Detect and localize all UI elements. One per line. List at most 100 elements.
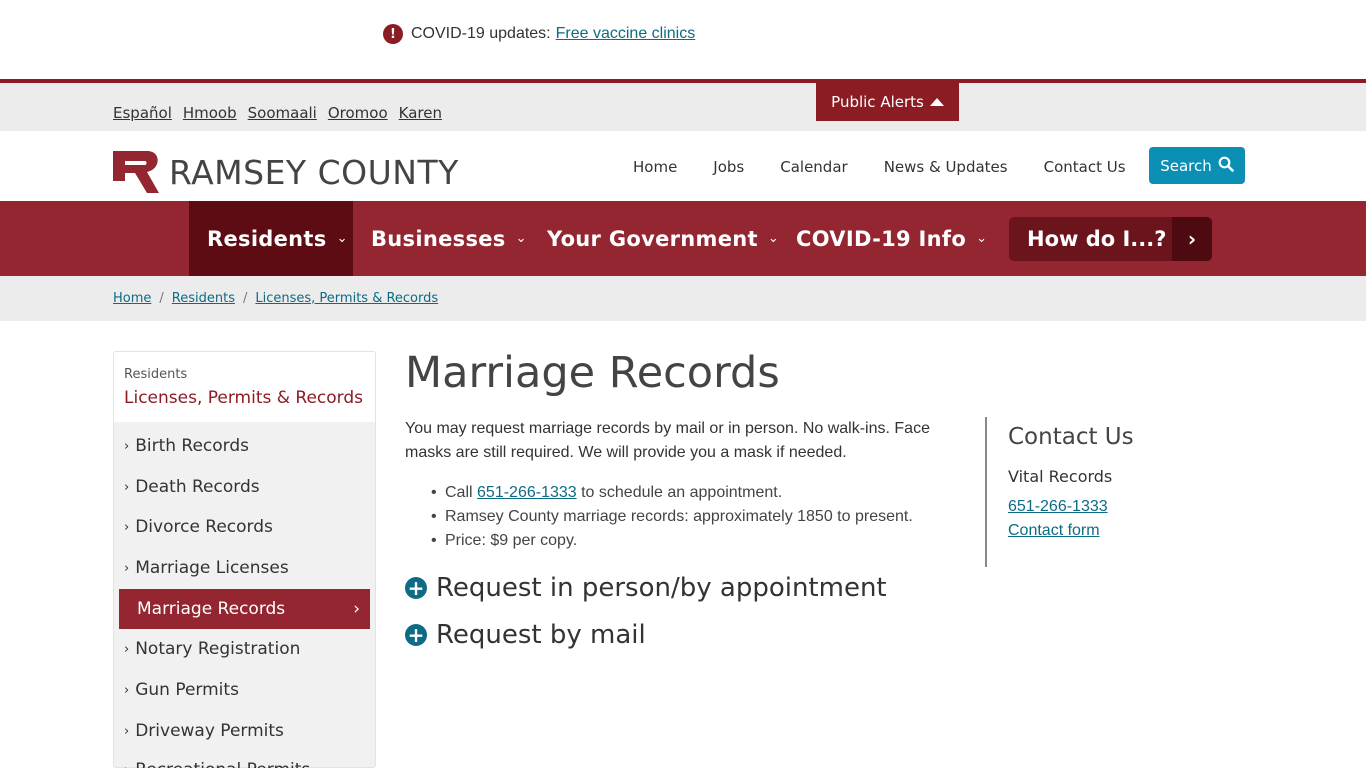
contact-org: Vital Records: [1008, 467, 1113, 486]
how-do-i-label: How do I...?: [1027, 227, 1167, 251]
chevron-right-icon: ›: [124, 763, 129, 768]
chevron-down-icon: ⌄: [336, 231, 348, 246]
sidebar-item-label: Marriage Licenses: [135, 558, 289, 578]
sidebar-item-marriage-records[interactable]: Marriage Records ›: [119, 589, 370, 629]
chevron-right-icon: ›: [124, 560, 130, 576]
logo-title: RAMSEY COUNTY: [169, 152, 459, 192]
sidebar-parent-label[interactable]: Residents: [124, 367, 365, 382]
breadcrumb-separator: /: [242, 291, 248, 306]
vaccine-clinics-link[interactable]: Free vaccine clinics: [556, 25, 696, 43]
language-bar: Español Hmoob Soomaali Oromoo Karen Publ…: [0, 83, 1366, 131]
list-item: Price: $9 per copy.: [431, 529, 913, 553]
contact-title: Contact Us: [1008, 424, 1134, 450]
chevron-right-icon: ›: [124, 479, 130, 495]
covid-alert-banner: ! COVID-19 updates: Free vaccine clinics: [0, 0, 1366, 79]
nav-your-government[interactable]: Your Government ⌄: [547, 201, 779, 276]
section-sidebar: Residents Licenses, Permits & Records › …: [113, 351, 376, 768]
list-item: Ramsey County marriage records: approxim…: [431, 505, 913, 529]
chevron-down-icon: ⌄: [767, 231, 780, 246]
sidebar-item-label: Marriage Records: [137, 599, 286, 619]
util-nav-jobs[interactable]: Jobs: [713, 158, 744, 176]
nav-covid-info-label: COVID-19 Info: [796, 226, 967, 251]
contact-box: Contact Us Vital Records 651-266-1333 Co…: [985, 417, 1225, 567]
breadcrumb-separator: /: [159, 291, 164, 306]
chevron-right-icon: ›: [1172, 217, 1212, 261]
accordion-request-by-mail[interactable]: + Request by mail: [405, 620, 646, 650]
chevron-right-icon: ›: [124, 641, 130, 657]
sidebar-item-marriage-licenses[interactable]: › Marriage Licenses: [124, 548, 365, 588]
phone-link[interactable]: 651-266-1333: [477, 484, 577, 501]
accordion-label: Request by mail: [436, 620, 646, 650]
public-alerts-button[interactable]: Public Alerts: [816, 83, 959, 121]
util-nav-home[interactable]: Home: [633, 158, 677, 176]
call-prefix: Call: [445, 484, 473, 501]
sidebar-item-label: Notary Registration: [135, 639, 301, 659]
list-item: Call 651-266-1333 to schedule an appoint…: [431, 481, 913, 505]
sidebar-item-label: Driveway Permits: [135, 721, 284, 741]
accordion-request-in-person[interactable]: + Request in person/by appointment: [405, 573, 887, 603]
chevron-right-icon: ›: [124, 519, 130, 535]
lang-hmoob-link[interactable]: Hmoob: [183, 104, 237, 122]
breadcrumb-residents[interactable]: Residents: [172, 291, 235, 306]
utility-nav: Home Jobs Calendar News & Updates Contac…: [633, 158, 1126, 176]
breadcrumb-home[interactable]: Home: [113, 291, 151, 306]
sidebar-title[interactable]: Licenses, Permits & Records: [124, 388, 365, 408]
intro-paragraph: You may request marriage records by mail…: [405, 420, 930, 461]
breadcrumb: Home / Residents / Licenses, Permits & R…: [113, 291, 438, 306]
language-links: Español Hmoob Soomaali Oromoo Karen: [113, 104, 442, 122]
caret-up-icon: [929, 98, 944, 106]
sidebar-item-label: Recreational Permits: [135, 760, 310, 768]
chevron-right-icon: ›: [124, 682, 130, 698]
sidebar-item-label: Gun Permits: [135, 680, 239, 700]
util-nav-contact[interactable]: Contact Us: [1044, 158, 1126, 176]
breadcrumb-bar: Home / Residents / Licenses, Permits & R…: [0, 276, 1366, 321]
sidebar-item-gun-permits[interactable]: › Gun Permits: [124, 670, 365, 710]
sidebar-item-label: Divorce Records: [135, 517, 273, 537]
plus-circle-icon: +: [405, 624, 427, 646]
contact-form-link[interactable]: Contact form: [1008, 519, 1225, 543]
lang-espanol-link[interactable]: Español: [113, 104, 172, 122]
alert-prefix: COVID-19 updates:: [411, 25, 551, 42]
sidebar-item-birth-records[interactable]: › Birth Records: [124, 426, 365, 466]
search-button[interactable]: Search: [1149, 147, 1245, 184]
info-list: Call 651-266-1333 to schedule an appoint…: [431, 481, 913, 553]
exclamation-icon: !: [383, 24, 403, 44]
lang-oromoo-link[interactable]: Oromoo: [328, 104, 388, 122]
lang-soomaali-link[interactable]: Soomaali: [248, 104, 317, 122]
plus-circle-icon: +: [405, 577, 427, 599]
sidebar-item-death-records[interactable]: › Death Records: [124, 467, 365, 507]
site-header: RAMSEY COUNTY Home Jobs Calendar News & …: [0, 131, 1366, 201]
contact-phone-link[interactable]: 651-266-1333: [1008, 495, 1225, 519]
accordion-label: Request in person/by appointment: [436, 573, 887, 603]
search-icon: [1218, 156, 1234, 176]
util-nav-news[interactable]: News & Updates: [884, 158, 1008, 176]
call-suffix: to schedule an appointment.: [581, 484, 783, 501]
sidebar-item-label: Death Records: [135, 477, 260, 497]
ramsey-county-logo[interactable]: RAMSEY COUNTY: [113, 151, 459, 193]
util-nav-calendar[interactable]: Calendar: [780, 158, 847, 176]
public-alerts-label: Public Alerts: [831, 93, 924, 111]
nav-residents-label: Residents: [207, 226, 327, 251]
nav-businesses[interactable]: Businesses ⌄: [371, 201, 527, 276]
ramsey-r-logo-icon: [113, 151, 161, 193]
chevron-right-icon: ›: [353, 599, 360, 619]
chevron-right-icon: ›: [124, 438, 130, 454]
sidebar-header: Residents Licenses, Permits & Records: [114, 352, 375, 422]
how-do-i-button[interactable]: How do I...? ›: [1009, 217, 1212, 261]
sidebar-item-recreational-permits[interactable]: › Recreational Permits: [124, 750, 365, 768]
nav-your-government-label: Your Government: [547, 226, 758, 251]
main-navigation: Residents ⌄ Businesses ⌄ Your Government…: [0, 201, 1366, 276]
nav-covid-info[interactable]: COVID-19 Info ⌄: [796, 201, 987, 276]
sidebar-item-driveway-permits[interactable]: › Driveway Permits: [124, 711, 365, 751]
alert-content: ! COVID-19 updates: Free vaccine clinics: [383, 24, 695, 44]
sidebar-item-label: Birth Records: [135, 436, 250, 456]
sidebar-item-notary-registration[interactable]: › Notary Registration: [124, 629, 365, 669]
search-label: Search: [1160, 156, 1212, 175]
page-title: Marriage Records: [405, 348, 780, 398]
nav-residents[interactable]: Residents ⌄: [189, 201, 353, 276]
lang-karen-link[interactable]: Karen: [399, 104, 442, 122]
breadcrumb-licenses[interactable]: Licenses, Permits & Records: [255, 291, 438, 306]
chevron-right-icon: ›: [124, 723, 130, 739]
sidebar-item-divorce-records[interactable]: › Divorce Records: [124, 507, 365, 547]
nav-businesses-label: Businesses: [371, 226, 506, 251]
